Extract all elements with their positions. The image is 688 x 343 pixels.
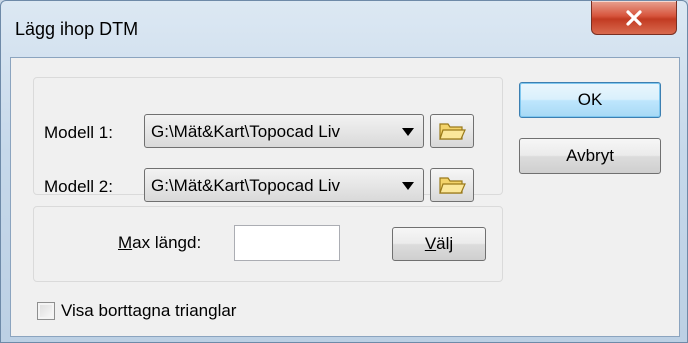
dialog-client-area: Modell 1: G:\Mät&Kart\Topocad Liv Modell… <box>10 57 680 337</box>
close-icon <box>626 9 642 26</box>
model1-browse-button[interactable] <box>430 114 474 148</box>
show-removed-triangles-checkbox[interactable] <box>37 302 55 320</box>
model1-label: Modell 1: <box>44 123 113 142</box>
folder-icon <box>439 123 466 140</box>
max-length-input[interactable] <box>234 225 340 261</box>
max-length-mnemonic: M <box>118 233 133 252</box>
window-title: Lägg ihop DTM <box>15 19 139 39</box>
model-group: Modell 1: G:\Mät&Kart\Topocad Liv Modell… <box>33 77 503 202</box>
model2-browse-button[interactable] <box>430 168 474 202</box>
show-removed-triangles-label: Visa borttagna trianglar <box>61 301 237 320</box>
model2-dropdown[interactable]: G:\Mät&Kart\Topocad Liv <box>144 168 424 202</box>
model2-value: G:\Mät&Kart\Topocad Liv <box>151 176 340 195</box>
max-length-label-text: ax längd: <box>132 233 202 252</box>
dialog-window: Lägg ihop DTM Modell 1: G:\Mät&Kart\Topo… <box>0 0 688 343</box>
max-length-label: Max längd: <box>118 233 201 253</box>
select-button[interactable]: Välj <box>392 227 486 261</box>
model1-dropdown[interactable]: G:\Mät&Kart\Topocad Liv <box>144 114 424 148</box>
model1-value: G:\Mät&Kart\Topocad Liv <box>151 122 340 141</box>
select-mnemonic: V <box>424 234 437 253</box>
ok-button[interactable]: OK <box>519 82 661 118</box>
close-button[interactable] <box>591 1 677 35</box>
cancel-button[interactable]: Avbryt <box>519 138 661 174</box>
select-label-text: älj <box>436 234 454 253</box>
max-length-group: Max längd: Välj <box>33 206 503 282</box>
dropdown-arrow-icon <box>402 128 414 136</box>
folder-icon <box>439 177 466 194</box>
dropdown-arrow-icon <box>402 182 414 190</box>
model2-label: Modell 2: <box>44 177 113 196</box>
